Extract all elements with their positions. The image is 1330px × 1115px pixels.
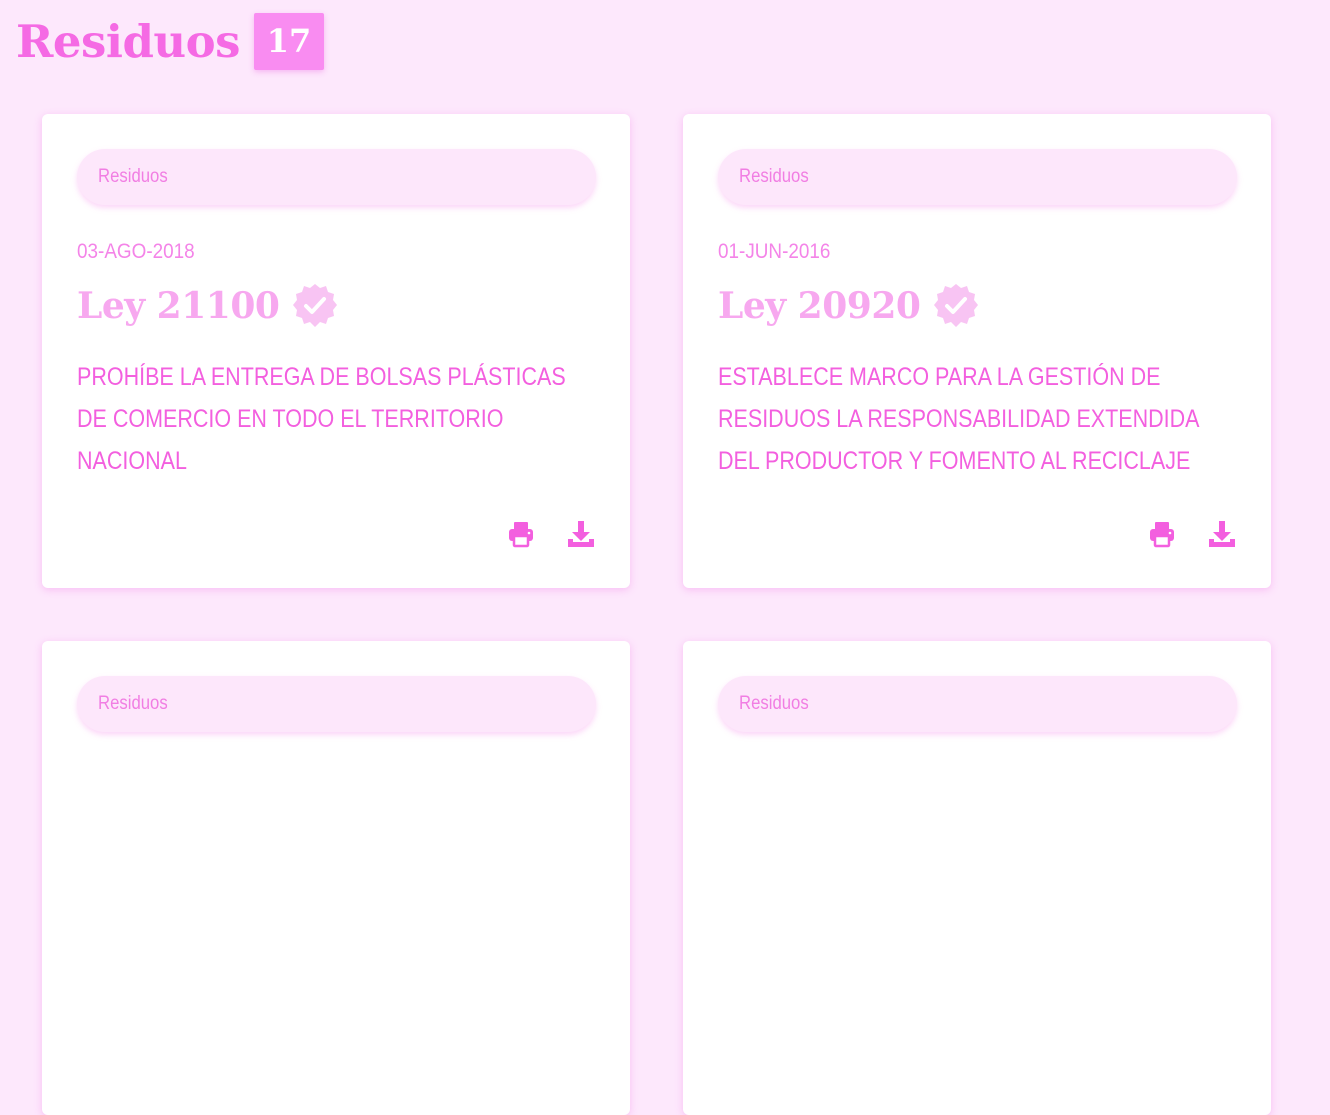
verified-badge-icon [293, 284, 338, 327]
law-title[interactable]: Ley 20920 [718, 285, 921, 327]
law-date: 01-JUN-2016 [718, 240, 831, 263]
printer-icon[interactable] [506, 519, 536, 549]
law-card[interactable]: Residuos [42, 641, 630, 1115]
download-icon[interactable] [566, 519, 596, 549]
category-label: Residuos [739, 693, 809, 714]
printer-icon[interactable] [1147, 519, 1177, 549]
category-label: Residuos [739, 166, 809, 187]
verified-badge-icon [934, 284, 979, 327]
law-title-row: Ley 20920 [718, 280, 980, 332]
law-card[interactable]: Residuos 01-JUN-2016 Ley 20920 ESTABLECE… [683, 114, 1271, 588]
category-tag[interactable]: Residuos [718, 676, 1237, 732]
category-tag[interactable]: Residuos [718, 149, 1237, 205]
law-description: PROHÍBE LA ENTREGA DE BOLSAS PLÁSTICAS D… [77, 363, 566, 475]
page-header: Residuos 17 [16, 10, 324, 72]
law-card[interactable]: Residuos [683, 641, 1271, 1115]
category-tag[interactable]: Residuos [77, 149, 596, 205]
law-description: ESTABLECE MARCO PARA LA GESTIÓN DE RESID… [718, 363, 1199, 475]
count-badge: 17 [254, 12, 324, 70]
card-actions [506, 519, 596, 549]
law-card[interactable]: Residuos 03-AGO-2018 Ley 21100 PROHÍBE L… [42, 114, 630, 588]
card-actions [1147, 519, 1237, 549]
law-date: 03-AGO-2018 [77, 240, 195, 263]
category-label: Residuos [98, 166, 168, 187]
law-title-row: Ley 21100 [77, 280, 339, 332]
download-icon[interactable] [1207, 519, 1237, 549]
law-title[interactable]: Ley 21100 [77, 285, 280, 327]
category-label: Residuos [98, 693, 168, 714]
page-title: Residuos [16, 14, 241, 68]
category-tag[interactable]: Residuos [77, 676, 596, 732]
